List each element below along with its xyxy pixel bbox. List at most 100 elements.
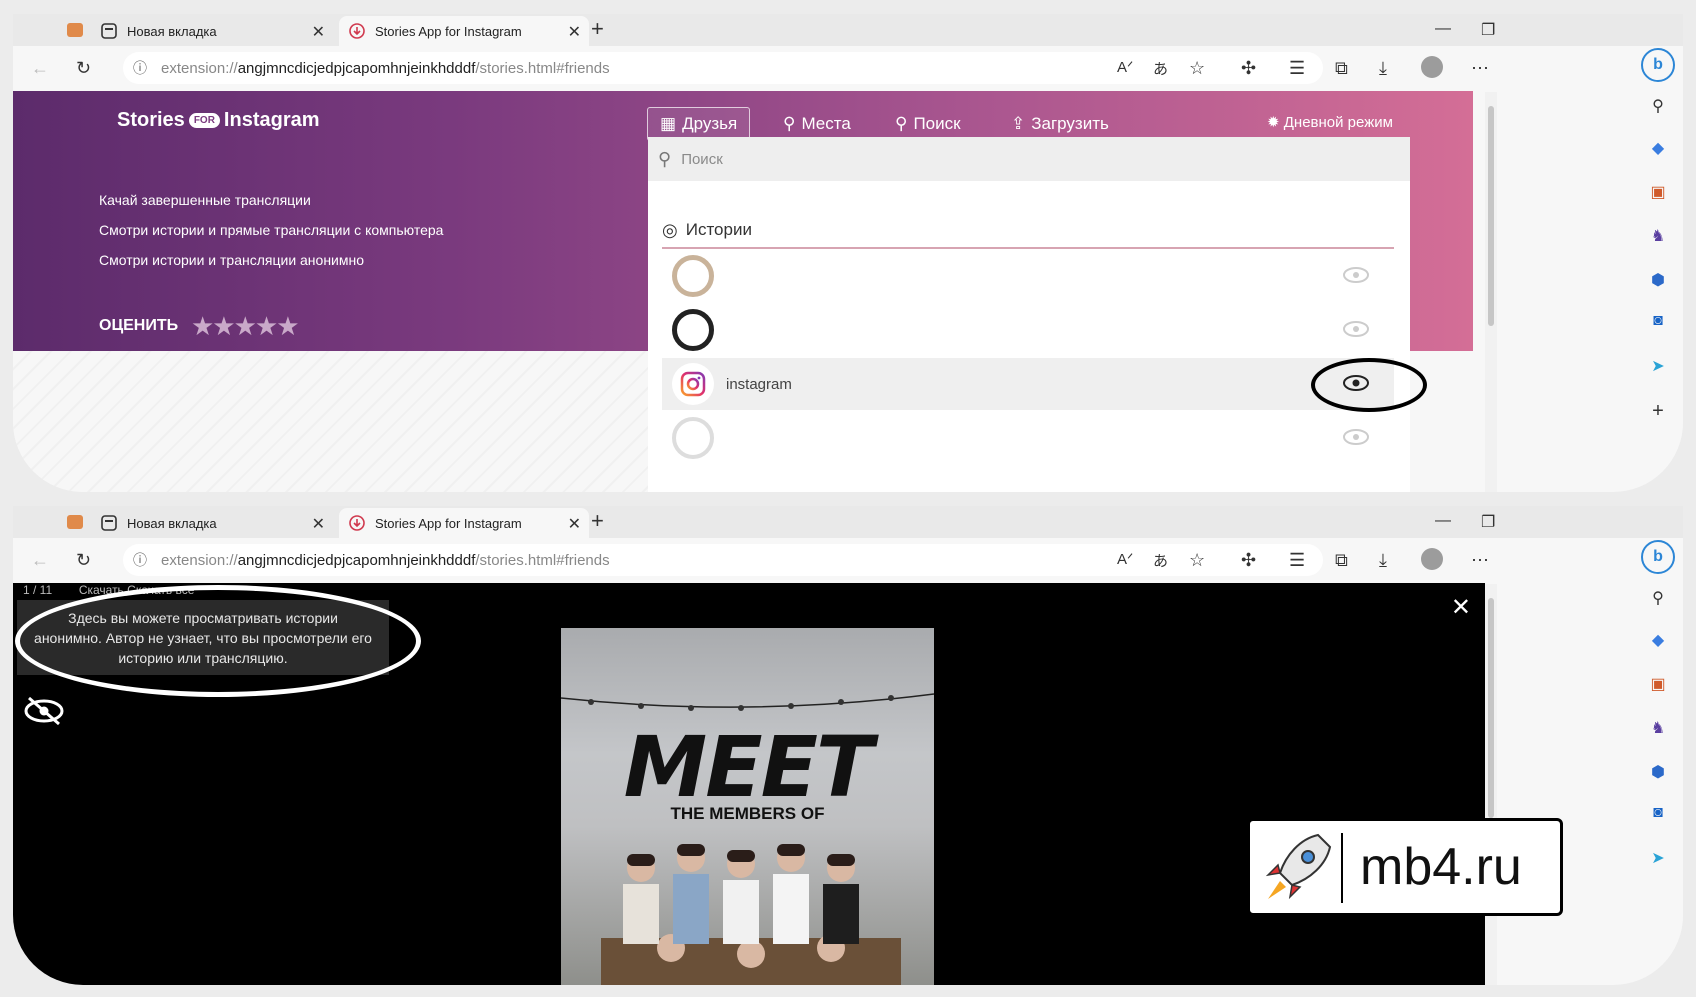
close-tab-icon[interactable]: ✕ <box>568 514 581 534</box>
shopping-tag-icon[interactable]: ◆ <box>1647 138 1669 160</box>
copilot-icon[interactable]: b <box>1641 540 1675 574</box>
new-tab-icon <box>101 23 117 39</box>
search-icon[interactable]: ⚲ <box>1647 588 1669 610</box>
tools-icon[interactable]: ▣ <box>1647 182 1669 204</box>
tools-icon[interactable]: ▣ <box>1647 674 1669 696</box>
back-icon[interactable]: ← <box>31 58 49 79</box>
collections-icon[interactable]: ⧉ <box>1335 58 1348 79</box>
tab-label: Stories App for Instagram <box>375 23 522 39</box>
tab-stories[interactable]: Stories App for Instagram ✕ <box>339 16 589 46</box>
close-tab-icon[interactable]: ✕ <box>568 22 581 42</box>
nav-places[interactable]: ⚲ Места <box>783 114 851 134</box>
search-icon[interactable]: ⚲ <box>1647 96 1669 118</box>
translate-icon[interactable]: あ <box>1153 550 1168 571</box>
search-input[interactable]: ⚲ Поиск <box>648 137 1410 181</box>
divider <box>1341 833 1343 903</box>
scroll-thumb[interactable] <box>1488 598 1494 818</box>
office-icon[interactable]: ⬢ <box>1647 270 1669 292</box>
pinned-tab-icon[interactable] <box>67 23 83 37</box>
stories-icon: ◎ <box>662 219 678 240</box>
stories-app-icon <box>349 23 365 39</box>
feature-text: Смотри истории и прямые трансляции с ком… <box>99 222 444 238</box>
collections-icon[interactable]: ⧉ <box>1335 550 1348 571</box>
eye-icon[interactable] <box>1342 320 1370 338</box>
minimize-icon[interactable]: — <box>1435 512 1451 530</box>
friends-icon: ▦ <box>660 114 677 133</box>
feature-text: Смотри истории и трансляции анонимно <box>99 252 365 268</box>
list-item[interactable] <box>662 304 1394 356</box>
info-icon[interactable]: ⓘ <box>133 58 147 78</box>
more-icon[interactable]: ⋯ <box>1471 550 1489 571</box>
refresh-icon[interactable]: ↻ <box>76 58 91 79</box>
restore-icon[interactable]: ❐ <box>1481 512 1495 532</box>
close-tab-icon[interactable]: ✕ <box>312 514 325 534</box>
url-field[interactable]: ⓘ extension://angjmncdicjedpjcapomhnjein… <box>123 544 1323 576</box>
eye-icon[interactable] <box>1342 266 1370 284</box>
minimize-icon[interactable]: — <box>1435 20 1451 38</box>
shopping-tag-icon[interactable]: ◆ <box>1647 630 1669 652</box>
downloads-icon[interactable]: ⤓ <box>1379 58 1387 79</box>
pinned-tab-icon[interactable] <box>67 515 83 529</box>
add-sidebar-icon[interactable]: + <box>1647 400 1669 422</box>
downloads-icon[interactable]: ⤓ <box>1379 550 1387 571</box>
copilot-icon[interactable]: b <box>1641 48 1675 82</box>
nav-search[interactable]: ⚲ Поиск <box>895 114 961 134</box>
more-icon[interactable]: ⋯ <box>1471 58 1489 79</box>
translate-icon[interactable]: あ <box>1153 58 1168 79</box>
string-lights <box>561 693 934 711</box>
page-background <box>13 351 648 492</box>
new-tab-button[interactable]: + <box>591 508 604 534</box>
nav-upload[interactable]: ⇪ Загрузить <box>1011 114 1109 134</box>
favorites-icon[interactable]: ☰ <box>1289 58 1305 79</box>
rating-stars[interactable]: ★★★★★ <box>191 311 300 342</box>
rate-label: ОЦЕНИТЬ <box>99 317 179 334</box>
restore-icon[interactable]: ❐ <box>1481 20 1495 40</box>
refresh-icon[interactable]: ↻ <box>76 550 91 571</box>
tab-bar: Новая вкладка ✕ Stories App for Instagra… <box>13 14 1683 46</box>
tab-new[interactable]: Новая вкладка ✕ <box>101 16 333 46</box>
read-aloud-icon[interactable]: Aᐟ <box>1117 58 1133 76</box>
games-icon[interactable]: ♞ <box>1647 226 1669 248</box>
favorite-add-icon[interactable]: ☆ <box>1189 58 1205 79</box>
highlight-oval <box>15 585 421 697</box>
back-icon[interactable]: ← <box>31 550 49 571</box>
scrollbar[interactable] <box>1485 92 1497 492</box>
read-aloud-icon[interactable]: Aᐟ <box>1117 550 1133 568</box>
avatar <box>672 255 714 297</box>
friends-panel: ⚲ Поиск ◎ Истории instagram <box>648 137 1410 492</box>
favorite-add-icon[interactable]: ☆ <box>1189 550 1205 571</box>
edge-sidebar: b ⚲ ◆ ▣ ♞ ⬢ ◙ ➤ + <box>1631 46 1683 492</box>
favorites-icon[interactable]: ☰ <box>1289 550 1305 571</box>
close-tab-icon[interactable]: ✕ <box>312 22 325 42</box>
new-tab-button[interactable]: + <box>591 16 604 42</box>
list-item-instagram[interactable]: instagram <box>662 358 1394 410</box>
stories-section-header: ◎ Истории <box>662 213 1394 249</box>
day-mode-toggle[interactable]: ✹ Дневной режим <box>1267 113 1393 131</box>
url-field[interactable]: ⓘ extension://angjmncdicjedpjcapomhnjein… <box>123 52 1323 84</box>
tab-label: Новая вкладка <box>127 515 217 531</box>
scrollbar[interactable] <box>1485 584 1497 985</box>
telegram-icon[interactable]: ➤ <box>1647 356 1669 378</box>
tab-label: Новая вкладка <box>127 23 217 39</box>
list-item[interactable] <box>662 250 1394 302</box>
close-icon[interactable]: ✕ <box>1451 593 1471 622</box>
office-icon[interactable]: ⬢ <box>1647 762 1669 784</box>
list-item[interactable] <box>662 412 1394 464</box>
eye-off-icon[interactable] <box>23 695 65 727</box>
outlook-icon[interactable]: ◙ <box>1647 312 1669 334</box>
telegram-icon[interactable]: ➤ <box>1647 848 1669 870</box>
tab-new[interactable]: Новая вкладка ✕ <box>101 508 333 538</box>
profile-avatar[interactable] <box>1421 56 1443 78</box>
eye-icon[interactable] <box>1342 428 1370 446</box>
sun-icon: ✹ <box>1267 114 1284 131</box>
upload-icon: ⇪ <box>1011 114 1026 133</box>
outlook-icon[interactable]: ◙ <box>1647 804 1669 826</box>
extensions-icon[interactable]: ✣ <box>1241 550 1256 571</box>
tab-stories[interactable]: Stories App for Instagram ✕ <box>339 508 589 538</box>
extensions-icon[interactable]: ✣ <box>1241 58 1256 79</box>
info-icon[interactable]: ⓘ <box>133 550 147 570</box>
nav-friends[interactable]: ▦ Друзья <box>647 107 751 141</box>
profile-avatar[interactable] <box>1421 548 1443 570</box>
scroll-thumb[interactable] <box>1488 106 1494 326</box>
games-icon[interactable]: ♞ <box>1647 718 1669 740</box>
